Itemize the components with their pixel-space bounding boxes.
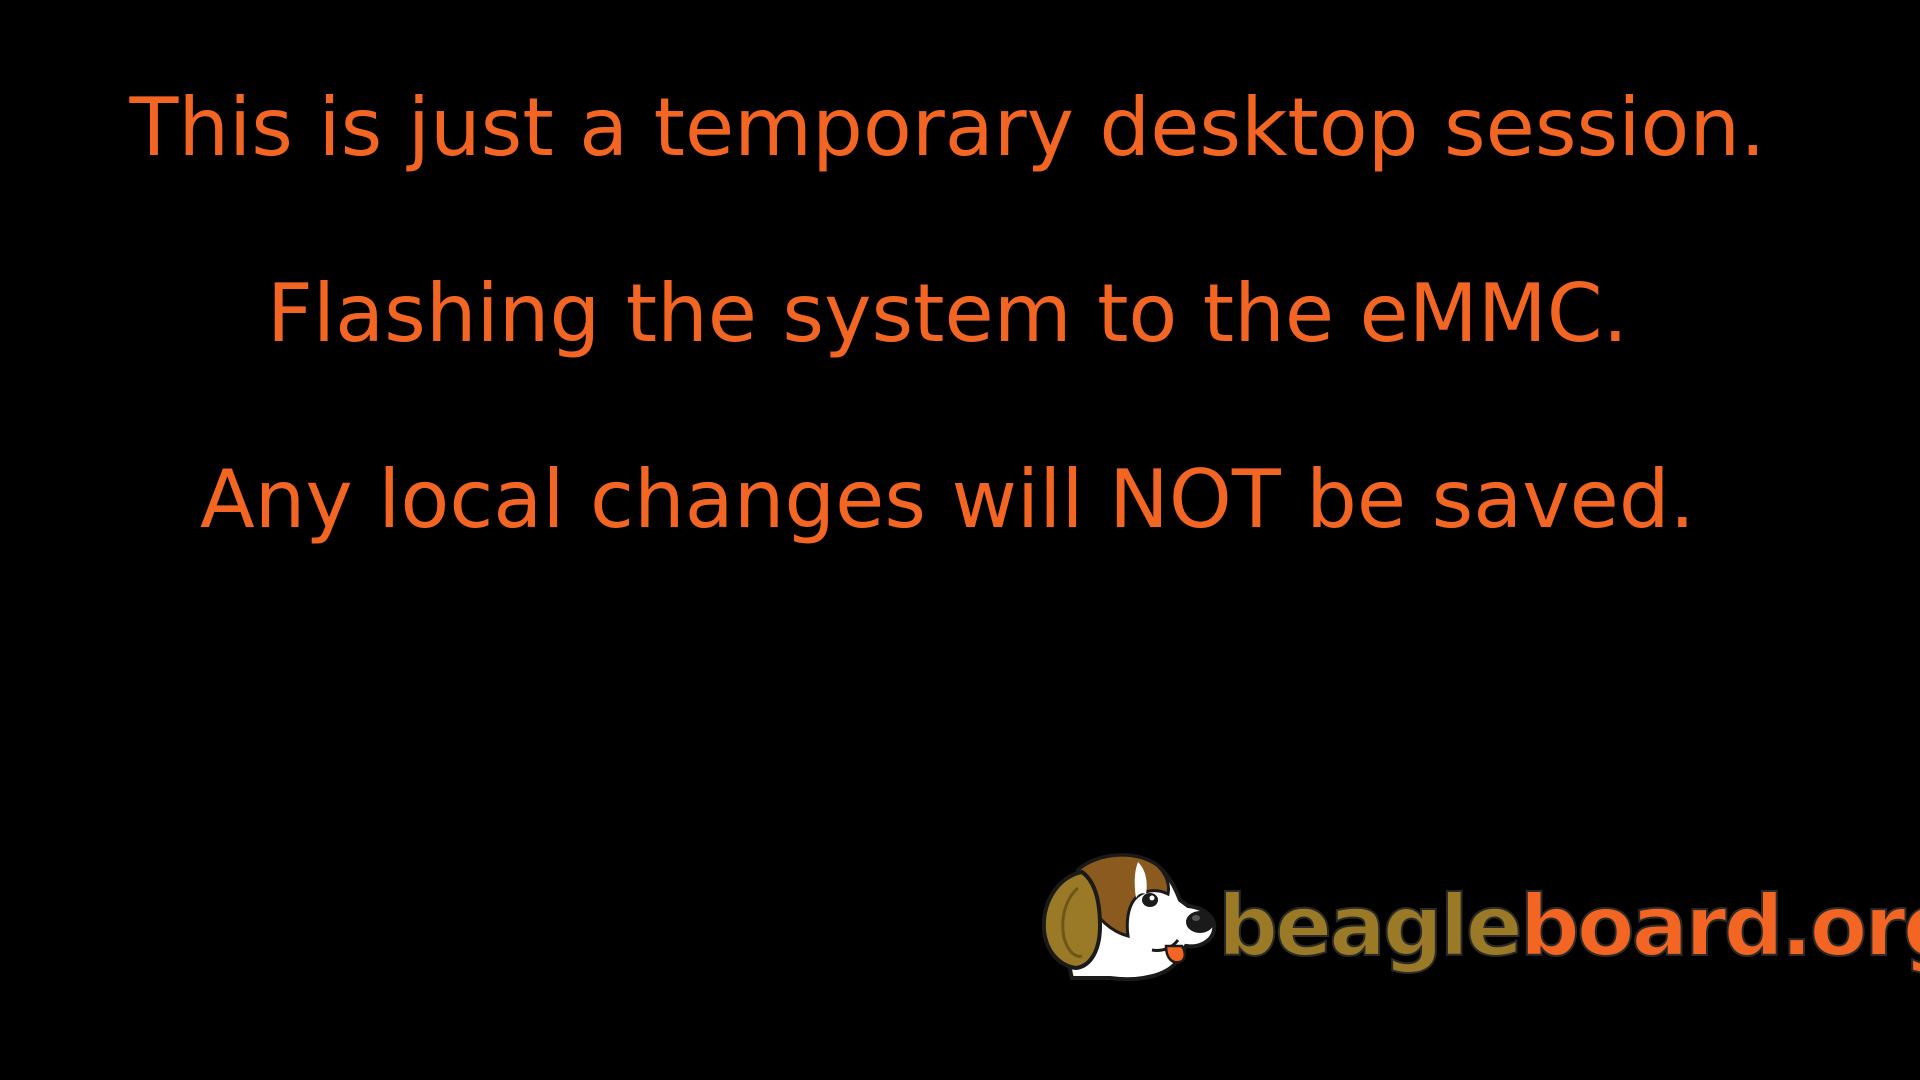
message-changes-not-saved: Any local changes will NOT be saved. bbox=[199, 453, 1696, 546]
message-flashing-emmc: Flashing the system to the eMMC. bbox=[266, 267, 1629, 360]
wordmark-board-org: board.org bbox=[1519, 877, 1920, 975]
wordmark-beagle: beagle bbox=[1217, 877, 1524, 975]
desktop-background: This is just a temporary desktop session… bbox=[0, 0, 1920, 1080]
message-temporary-session: This is just a temporary desktop session… bbox=[129, 81, 1766, 174]
beagleboard-wordmark: beagleboard.org bbox=[1217, 883, 1920, 969]
beagle-dog-head-icon bbox=[1041, 853, 1217, 982]
beagleboard-logo: beagleboard.org bbox=[1038, 848, 1920, 1003]
